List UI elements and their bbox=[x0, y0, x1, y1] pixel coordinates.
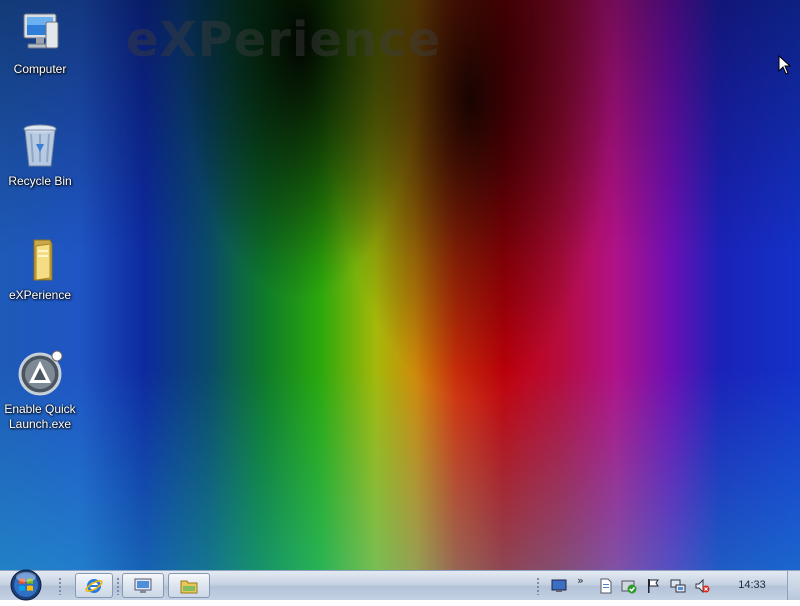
taskbar-grip[interactable] bbox=[58, 577, 62, 595]
desktop-icon-label: eXPerience bbox=[8, 288, 72, 302]
taskbar-clock[interactable]: 14:33 bbox=[722, 579, 782, 591]
tray-overflow-chevron[interactable]: » bbox=[577, 574, 584, 587]
quick-launch-app-icon bbox=[16, 350, 64, 398]
desktop-background: eXPerience Computer Recycle Bin eXPerien… bbox=[0, 0, 800, 570]
tray-grip[interactable] bbox=[536, 577, 540, 595]
volume-muted-icon[interactable] bbox=[694, 578, 710, 594]
taskbar-button-folder-window[interactable] bbox=[168, 573, 210, 598]
document-icon[interactable] bbox=[598, 578, 614, 594]
folder-icon bbox=[16, 236, 64, 284]
internet-explorer-icon bbox=[85, 578, 103, 593]
computer-icon bbox=[16, 10, 64, 58]
desktop-icon-enable-quick-launch[interactable]: Enable Quick Launch.exe bbox=[0, 350, 80, 432]
desktop-icon-computer[interactable]: Computer bbox=[0, 10, 80, 77]
desktop-icon-label: Enable Quick Launch.exe bbox=[4, 402, 76, 431]
taskbar: » 14:33 bbox=[0, 568, 800, 602]
taskbar-button-internet-explorer[interactable] bbox=[75, 573, 113, 598]
taskbar-button-network-window[interactable] bbox=[122, 573, 164, 598]
desktop-icon-label: Computer bbox=[13, 62, 67, 76]
desktop-watermark: eXPerience bbox=[126, 12, 442, 68]
action-center-flag-icon[interactable] bbox=[645, 578, 661, 594]
security-check-icon[interactable] bbox=[621, 578, 637, 594]
recycle-bin-icon bbox=[16, 122, 64, 170]
folder-window-icon bbox=[180, 580, 198, 593]
desktop-icon-recycle-bin[interactable]: Recycle Bin bbox=[0, 122, 80, 189]
desktop-toolbar-icon[interactable] bbox=[551, 578, 567, 594]
desktop-icon-label: Recycle Bin bbox=[8, 174, 72, 188]
network-window-icon bbox=[134, 578, 152, 593]
start-button[interactable] bbox=[8, 568, 44, 602]
start-orb-icon bbox=[10, 569, 42, 601]
desktop-icon-experience-folder[interactable]: eXPerience bbox=[0, 236, 80, 303]
show-desktop-button[interactable] bbox=[787, 571, 800, 600]
taskbar-grip[interactable] bbox=[116, 577, 120, 595]
network-icon[interactable] bbox=[670, 578, 686, 594]
mouse-cursor-icon bbox=[778, 55, 792, 75]
